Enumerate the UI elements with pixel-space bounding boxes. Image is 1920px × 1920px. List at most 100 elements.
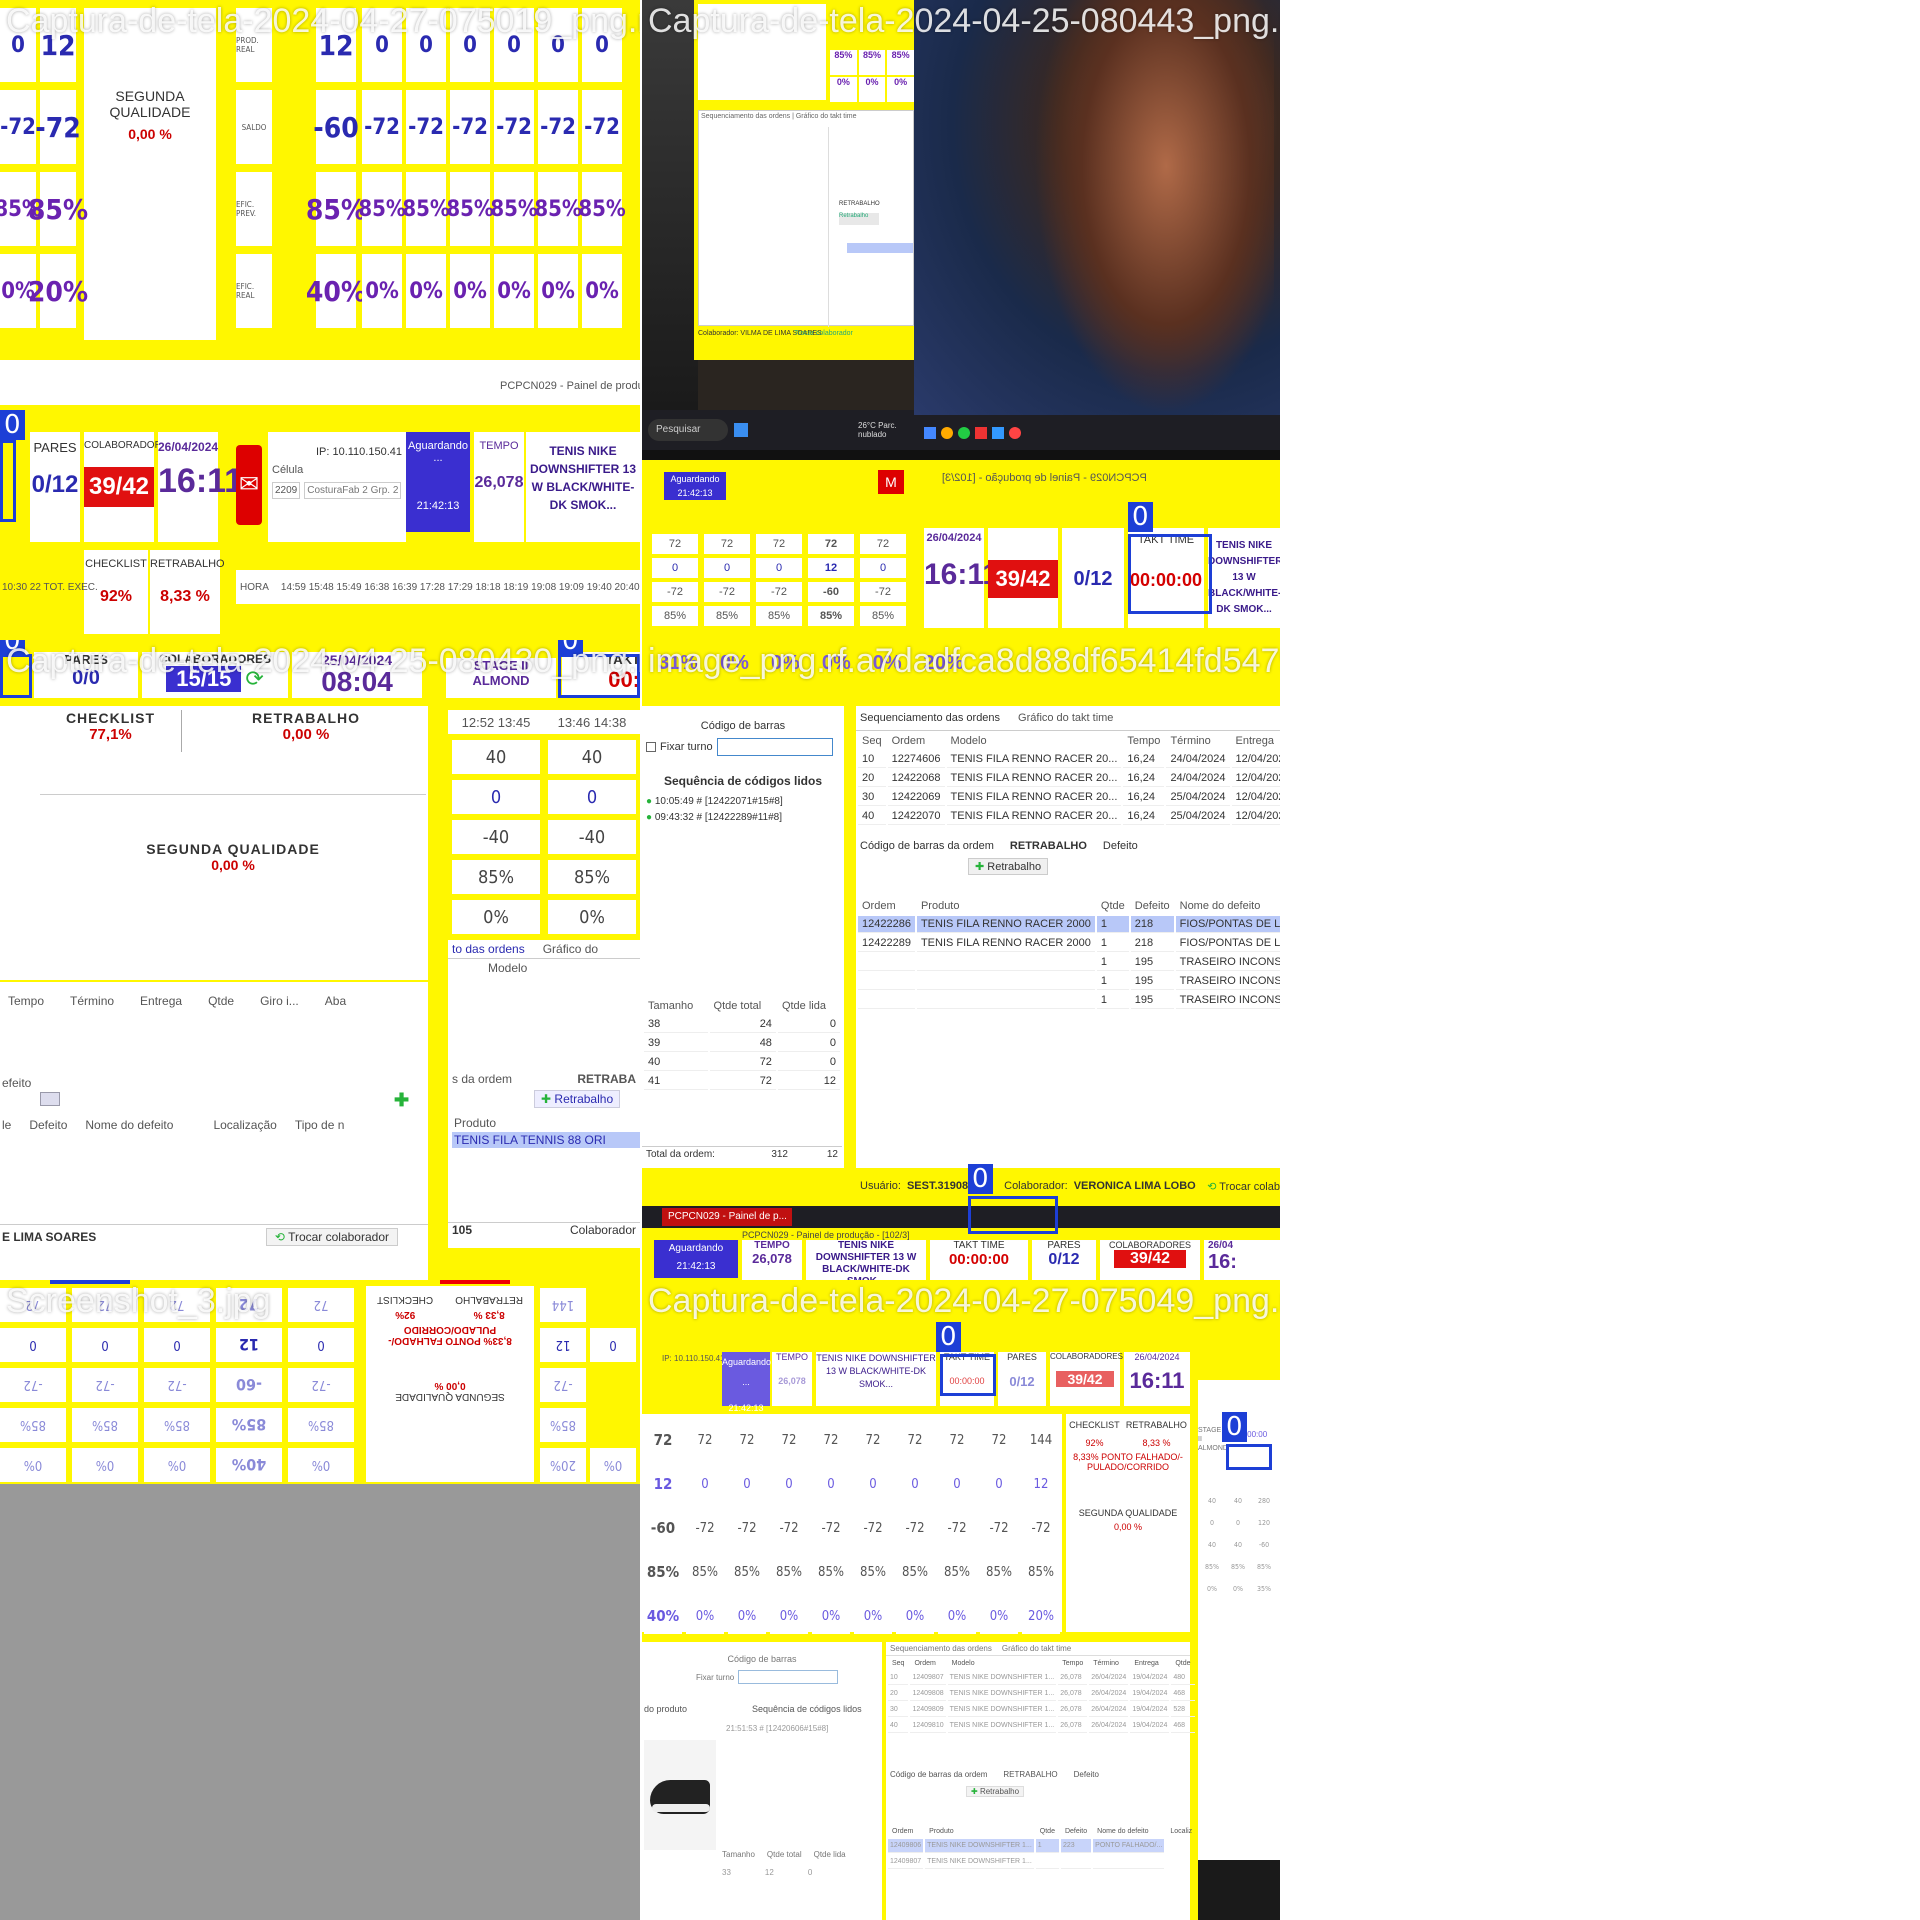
grid-cell: 0%: [1226, 1580, 1250, 1598]
segunda-value: 0,00 %: [434, 1380, 466, 1391]
grid-cell: 12: [1022, 1466, 1060, 1502]
grid-cell: 0%: [812, 1598, 850, 1634]
produto-row-selected[interactable]: TENIS FILA TENNIS 88 ORI: [452, 1132, 640, 1148]
barcode-input[interactable]: [738, 1670, 839, 1684]
grid-cell: 85%: [770, 1554, 808, 1590]
grid-cell: -72: [0, 1368, 66, 1402]
col-header: Nome do defeito: [1097, 1828, 1149, 1835]
retrabalho-value: 0,00 %: [282, 726, 330, 743]
retrabalho-button[interactable]: Retrabalho: [839, 213, 879, 225]
table-row[interactable]: 30 12409809 TENIS NIKE DOWNSHIFTER 1... 26,…: [888, 1703, 1195, 1717]
table-row[interactable]: 41 72 12: [644, 1073, 840, 1090]
grid-cell: 40: [452, 740, 540, 774]
orders-table: Seq Ordem Modelo Tempo Término Entrega Qtde 10…: [886, 1656, 1197, 1735]
table-row[interactable]: 30 12422069 TENIS FILA RENNO RACER 20... 16…: [858, 789, 1280, 806]
search-box[interactable]: Pesquisar: [648, 419, 728, 441]
app-icon[interactable]: [958, 426, 970, 439]
mail-icon[interactable]: ✉: [236, 445, 262, 525]
table-row[interactable]: 40 12422070 TENIS FILA RENNO RACER 20... 16…: [858, 808, 1280, 825]
table-row[interactable]: 1195TRASEIRO INCONSI...: [858, 954, 1280, 971]
cell: 1: [1096, 973, 1129, 990]
retrabalho-label: RETRABALHO: [455, 1294, 523, 1305]
table-row[interactable]: 20 12409808 TENIS NIKE DOWNSHIFTER 1... 26,…: [888, 1687, 1195, 1701]
detection-label: 0: [1128, 502, 1153, 532]
cell: [1060, 1855, 1092, 1869]
mail-icon[interactable]: M: [878, 470, 904, 494]
grid-cell: 20%: [1022, 1598, 1060, 1634]
trocar-button[interactable]: Trocar colaborador: [794, 330, 853, 337]
cell: TENIS FILA RENNO RACER 2000: [916, 935, 1095, 952]
tab-seq[interactable]: Sequenciamento das ordens: [701, 113, 790, 120]
cell: 0: [807, 1868, 813, 1877]
table-row[interactable]: 40 12409810 TENIS NIKE DOWNSHIFTER 1... 26,…: [888, 1719, 1195, 1733]
table-row[interactable]: 38 24 0: [644, 1016, 840, 1033]
table-row[interactable]: 1195TRASEIRO INCONSI...: [858, 992, 1280, 1009]
checklist-value: 92%: [1085, 1438, 1104, 1448]
table-row[interactable]: 10 12274606 TENIS FILA RENNO RACER 20... 16…: [858, 751, 1280, 768]
pares-block: PARES 0/12: [30, 432, 80, 542]
grid-cell: 85%: [578, 172, 626, 246]
table-row[interactable]: 12409806 TENIS NIKE DOWNSHIFTER 1... 1 223 P…: [888, 1839, 1197, 1853]
cell: TENIS FILA RENNO RACER 20...: [946, 770, 1122, 787]
table-row[interactable]: 12422289 TENIS FILA RENNO RACER 2000 1 218 F…: [858, 935, 1280, 952]
mosaic-canvas: { "watermarks":{ "t1":"Captura-de-tela-2…: [0, 0, 1920, 1920]
search-icon[interactable]: [40, 1092, 60, 1106]
grid-cell: -72: [72, 1368, 138, 1402]
grid-cell: 85%: [812, 1554, 850, 1590]
app-icon[interactable]: [924, 426, 936, 439]
retrabalho-button[interactable]: ✚ Retrabalho: [966, 1786, 1025, 1797]
grid-cell: -72: [144, 1368, 210, 1402]
cell: 12: [764, 1868, 774, 1877]
grid-cell: 72: [756, 534, 802, 554]
time: 16:11: [924, 558, 1000, 591]
grid-cell: 85%: [402, 172, 450, 246]
add-icon[interactable]: ✚: [394, 1090, 409, 1111]
app-icon[interactable]: [1009, 426, 1021, 439]
tab-seq[interactable]: Sequenciamento das ordens: [890, 1644, 992, 1653]
cell: 12/04/2024: [1231, 789, 1280, 806]
taskbar-app[interactable]: PCPCN029 - Painel de p...: [662, 1208, 792, 1226]
app-icon[interactable]: [975, 426, 987, 439]
tab-graph[interactable]: Gráfico do: [543, 942, 598, 956]
tab-graph[interactable]: Gráfico do takt time: [796, 113, 857, 120]
footer-num: 105: [452, 1223, 473, 1237]
trocar-button[interactable]: ⟲ Trocar colaborador: [265, 1227, 398, 1246]
table-row[interactable]: 10 12409807 TENIS NIKE DOWNSHIFTER 1... 26,…: [888, 1671, 1195, 1685]
segunda-label: SEGUNDA QUALIDADE: [146, 841, 320, 857]
app-icon[interactable]: [992, 426, 1004, 439]
pares-value: 0/12: [31, 471, 79, 498]
cell: [1035, 1855, 1059, 1869]
retrabalho-button[interactable]: ✚ Retrabalho: [968, 858, 1049, 875]
tab-seq[interactable]: to das ordens: [452, 942, 525, 956]
table-row[interactable]: 12409807 TENIS NIKE DOWNSHIFTER 1...: [888, 1855, 1196, 1869]
table-row[interactable]: 1195TRASEIRO INCONSI...: [858, 973, 1280, 990]
table-row[interactable]: 40 72 0: [644, 1054, 840, 1071]
cell: 26/04/2024: [1089, 1687, 1129, 1701]
barcode-input[interactable]: [716, 738, 833, 756]
wallpaper-photo: [914, 0, 1280, 415]
grid-cell: -60: [808, 582, 854, 602]
col-header: Tamanho: [722, 1850, 755, 1859]
seq-item: 21:51:53 # [12420606#15#8]: [726, 1724, 829, 1733]
stage-label: STAGE II: [1198, 1427, 1222, 1443]
tab-graph[interactable]: Gráfico do takt time: [1018, 712, 1113, 724]
fixar-checkbox[interactable]: [646, 742, 656, 752]
retrabalho-button[interactable]: ✚ Retrabalho: [534, 1090, 621, 1108]
trocar-button[interactable]: ⟲ Trocar colab: [1207, 1180, 1280, 1193]
windows-icon[interactable]: [734, 423, 748, 437]
cell: 10: [888, 1671, 909, 1685]
grid-cell: 72: [812, 1422, 850, 1458]
status-time: 21:42:13: [677, 488, 713, 498]
table-row[interactable]: 12422286 TENIS FILA RENNO RACER 2000 1 218 F…: [858, 916, 1280, 933]
grid-cell: -72: [704, 582, 750, 602]
tab-graph[interactable]: Gráfico do takt time: [1002, 1644, 1071, 1653]
cell: 12/04/2024: [1231, 770, 1280, 787]
app-icon[interactable]: [941, 426, 953, 439]
barcode-label: Código de barras da ordem: [890, 1770, 988, 1779]
tempo-mini: TEMPO 26,078: [772, 1352, 812, 1406]
taskbar-right: [914, 415, 1280, 450]
tab-seq[interactable]: Sequenciamento das ordens: [860, 712, 1000, 724]
table-row[interactable]: 39 48 0: [644, 1035, 840, 1052]
table-row[interactable]: 20 12422068 TENIS FILA RENNO RACER 20... 16…: [858, 770, 1280, 787]
footer-right: 105 Colaborador: [448, 1222, 640, 1237]
